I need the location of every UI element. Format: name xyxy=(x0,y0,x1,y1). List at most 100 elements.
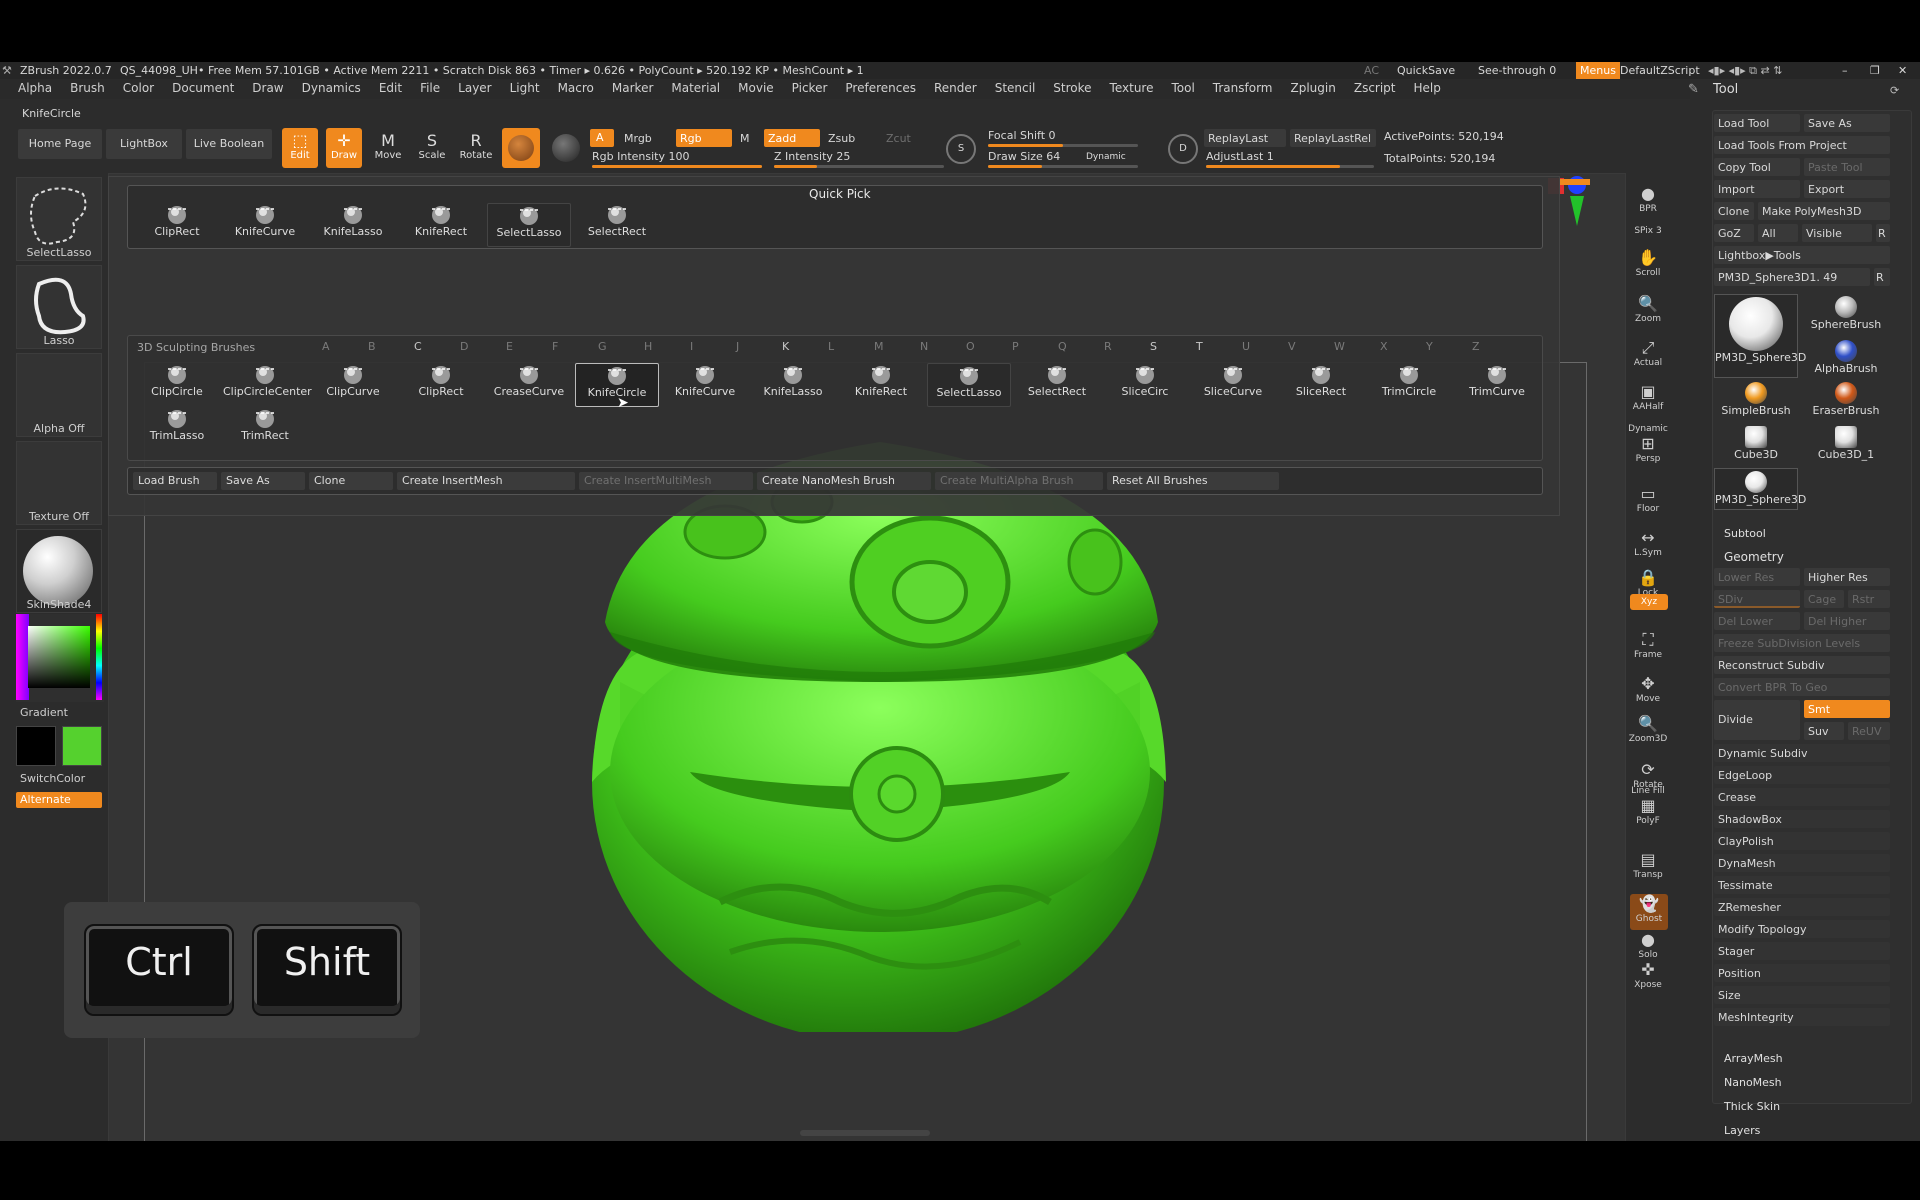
view-solo-button[interactable]: ● Solo xyxy=(1626,930,1670,960)
quick-pick-selectlasso[interactable]: SelectLasso xyxy=(487,203,571,247)
draw-size-slider[interactable] xyxy=(988,165,1138,168)
clone-button[interactable]: Clone xyxy=(309,472,393,490)
letter-filter-j[interactable]: J xyxy=(736,340,739,353)
menu-marker[interactable]: Marker xyxy=(600,79,659,95)
menu-help[interactable]: Help xyxy=(1402,79,1447,95)
scale-mode-button[interactable]: S Scale xyxy=(414,128,450,168)
create-insertmesh-button[interactable]: Create InsertMesh xyxy=(397,472,575,490)
brush-trimlasso[interactable]: TrimLasso xyxy=(135,407,219,451)
menu-transform[interactable]: Transform xyxy=(1201,79,1279,95)
menu-zscript[interactable]: Zscript xyxy=(1342,79,1402,95)
view-move-button[interactable]: ✥ Move xyxy=(1626,674,1670,704)
letter-filter-x[interactable]: X xyxy=(1380,340,1388,353)
dynamic-size-toggle[interactable]: Dynamic xyxy=(1086,152,1126,162)
secondary-color-swatch[interactable] xyxy=(16,726,56,766)
view-line-fill-button[interactable]: Line Fill xyxy=(1626,786,1670,796)
convert-bpr-button[interactable]: Convert BPR To Geo xyxy=(1714,678,1890,696)
letter-filter-f[interactable]: F xyxy=(552,340,558,353)
material-swatch-button[interactable] xyxy=(502,128,540,168)
quick-pick-cliprect[interactable]: ClipRect xyxy=(135,203,219,247)
view-spix-3-button[interactable]: SPix 3 xyxy=(1626,226,1670,236)
brush-clipcurve[interactable]: ClipCurve xyxy=(311,363,395,407)
section-nanomesh[interactable]: NanoMesh xyxy=(1724,1076,1782,1089)
close-icon[interactable]: ✕ xyxy=(1898,64,1907,77)
geometry-stager[interactable]: Stager xyxy=(1714,942,1890,960)
lower-res-button[interactable]: Lower Res xyxy=(1714,568,1800,586)
letter-filter-a[interactable]: A xyxy=(322,340,330,353)
menu-render[interactable]: Render xyxy=(922,79,983,95)
edit-mode-button[interactable]: ⬚ Edit xyxy=(282,128,318,168)
import-button[interactable]: Import xyxy=(1714,180,1800,198)
view-l-sym-button[interactable]: ↔ L.Sym xyxy=(1626,528,1670,558)
brush-clipcircle[interactable]: ClipCircle xyxy=(135,363,219,407)
geometry-meshintegrity[interactable]: MeshIntegrity xyxy=(1714,1008,1890,1026)
del-higher-button[interactable]: Del Higher xyxy=(1804,612,1890,630)
del-lower-button[interactable]: Del Lower xyxy=(1714,612,1800,630)
letter-filter-i[interactable]: I xyxy=(690,340,693,353)
alternate-toggle[interactable]: Alternate xyxy=(16,792,102,808)
tool-thumb-cube3d[interactable]: Cube3D xyxy=(1714,424,1798,466)
section-layers[interactable]: Layers xyxy=(1724,1124,1760,1137)
geometry-claypolish[interactable]: ClayPolish xyxy=(1714,832,1890,850)
gyro-sphere-icon[interactable] xyxy=(552,134,580,162)
lightbox-button[interactable]: LightBox xyxy=(106,129,182,159)
brush-slicerect[interactable]: SliceRect xyxy=(1279,363,1363,407)
brush-trimrect[interactable]: TrimRect xyxy=(223,407,307,451)
rstr-button[interactable]: Rstr xyxy=(1848,590,1890,608)
view-floor-button[interactable]: ▭ Floor xyxy=(1626,484,1670,514)
save-as-button[interactable]: Save As xyxy=(221,472,305,490)
brush-selectlasso[interactable]: SelectLasso xyxy=(927,363,1011,407)
color-picker[interactable] xyxy=(16,614,104,702)
section-arraymesh[interactable]: ArrayMesh xyxy=(1724,1052,1783,1065)
view-dynamic-button[interactable]: Dynamic xyxy=(1626,424,1670,434)
menu-material[interactable]: Material xyxy=(659,79,726,95)
menu-stencil[interactable]: Stencil xyxy=(983,79,1042,95)
menu-edit[interactable]: Edit xyxy=(367,79,408,95)
letter-filter-t[interactable]: T xyxy=(1196,340,1203,353)
subtool-section[interactable]: Subtool xyxy=(1724,527,1766,540)
goz-button[interactable]: GoZ xyxy=(1714,224,1754,242)
quicksave-button[interactable]: QuickSave xyxy=(1397,64,1455,77)
higher-res-button[interactable]: Higher Res xyxy=(1804,568,1890,586)
letter-filter-d[interactable]: D xyxy=(460,340,468,353)
brush-trimcircle[interactable]: TrimCircle xyxy=(1367,363,1451,407)
goz-visible-button[interactable]: Visible xyxy=(1802,224,1872,242)
home-page-button[interactable]: Home Page xyxy=(18,129,102,159)
current-tool-slider[interactable]: PM3D_Sphere3D1. 49 xyxy=(1714,268,1870,286)
letter-filter-h[interactable]: H xyxy=(644,340,652,353)
menu-movie[interactable]: Movie xyxy=(726,79,780,95)
tool-thumb-pm3d-sphere3d[interactable]: PM3D_Sphere3D xyxy=(1714,294,1806,378)
live-boolean-button[interactable]: Live Boolean xyxy=(186,129,272,159)
geometry-modify-topology[interactable]: Modify Topology xyxy=(1714,920,1890,938)
paste-tool-button[interactable]: Paste Tool xyxy=(1804,158,1890,176)
letter-filter-u[interactable]: U xyxy=(1242,340,1250,353)
letter-filter-v[interactable]: V xyxy=(1288,340,1296,353)
bottom-shelf-handle[interactable] xyxy=(800,1130,930,1136)
menu-dynamics[interactable]: Dynamics xyxy=(290,79,367,95)
clone-tool-button[interactable]: Clone xyxy=(1714,202,1754,220)
copy-tool-button[interactable]: Copy Tool xyxy=(1714,158,1800,176)
brush-knifelasso[interactable]: KnifeLasso xyxy=(751,363,835,407)
geometry-tessimate[interactable]: Tessimate xyxy=(1714,876,1890,894)
menu-draw[interactable]: Draw xyxy=(240,79,289,95)
export-button[interactable]: Export xyxy=(1804,180,1890,198)
geometry-dynamic-subdiv[interactable]: Dynamic Subdiv xyxy=(1714,744,1890,762)
letter-filter-r[interactable]: R xyxy=(1104,340,1112,353)
tool-thumb-simplebrush[interactable]: SimpleBrush xyxy=(1714,380,1798,422)
replay-last-button[interactable]: ReplayLast xyxy=(1204,129,1286,147)
letter-filter-c[interactable]: C xyxy=(414,340,422,353)
sdiv-slider[interactable]: SDiv xyxy=(1714,590,1800,608)
tool-thumb-eraserbrush[interactable]: EraserBrush xyxy=(1804,380,1888,422)
quick-pick-knifecurve[interactable]: KnifeCurve xyxy=(223,203,307,247)
geometry-position[interactable]: Position xyxy=(1714,964,1890,982)
brush-selectrect[interactable]: SelectRect xyxy=(1015,363,1099,407)
geometry-zremesher[interactable]: ZRemesher xyxy=(1714,898,1890,916)
view-xyz-button[interactable]: Xyz xyxy=(1630,594,1668,610)
menu-alpha[interactable]: Alpha xyxy=(0,79,58,95)
adjust-last-slider[interactable] xyxy=(1206,165,1374,168)
menu-zplugin[interactable]: Zplugin xyxy=(1279,79,1342,95)
tool-thumb-cube3d-1[interactable]: Cube3D_1 xyxy=(1804,424,1888,466)
create-multialpha-brush-button[interactable]: Create MultiAlpha Brush xyxy=(935,472,1103,490)
focal-shift-slider[interactable] xyxy=(988,144,1138,147)
view-transp-button[interactable]: ▤ Transp xyxy=(1626,850,1670,880)
